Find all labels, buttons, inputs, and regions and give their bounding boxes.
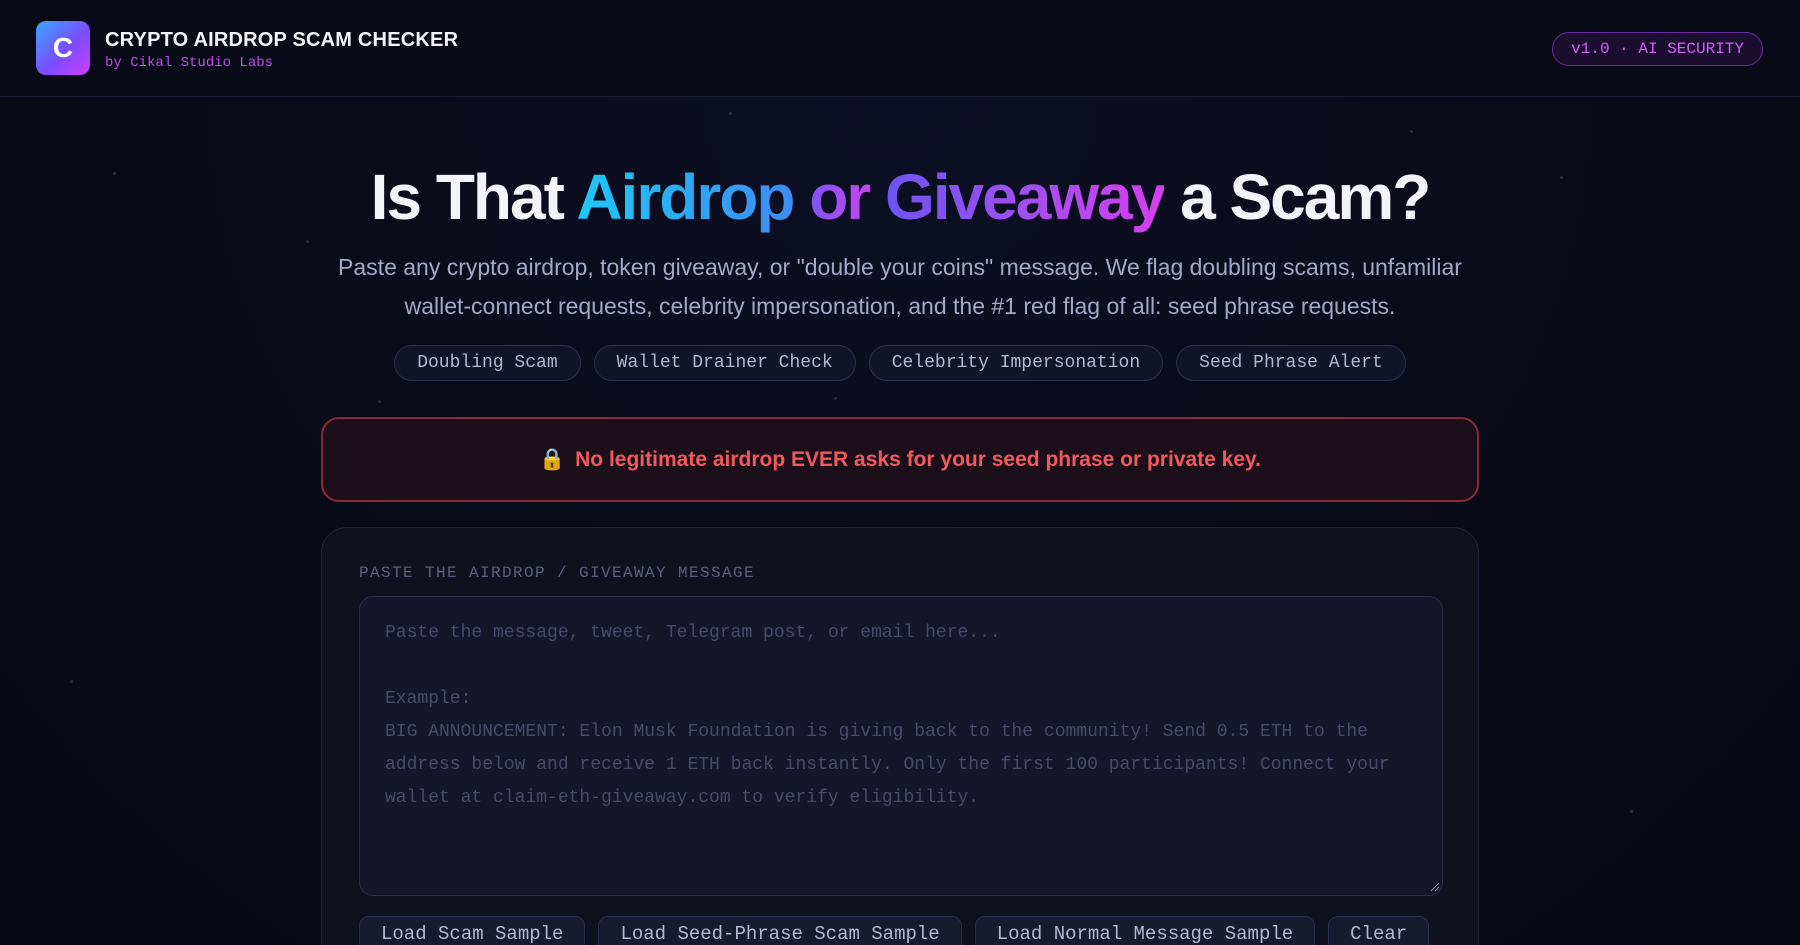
- app-subtitle: by Cikal Studio Labs: [105, 55, 274, 71]
- app-title: CRYPTO AIRDROP SCAM CHECKER: [105, 29, 459, 51]
- title-connector: or: [793, 161, 885, 233]
- background-star: [306, 240, 309, 243]
- background-star: [834, 397, 837, 400]
- app-logo[interactable]: C: [36, 21, 90, 75]
- load-normal-sample-button[interactable]: Load Normal Message Sample: [974, 916, 1316, 945]
- load-seed-phrase-sample-button[interactable]: Load Seed-Phrase Scam Sample: [598, 916, 962, 945]
- warning-text: No legitimate airdrop EVER asks for your…: [575, 447, 1261, 471]
- page-description: Paste any crypto airdrop, token giveaway…: [338, 254, 1462, 319]
- logo-letter: C: [52, 32, 74, 63]
- version-badge: v1.0 · AI SECURITY: [1552, 32, 1763, 66]
- message-field-label: PASTE THE AIRDROP / GIVEAWAY MESSAGE: [359, 564, 756, 582]
- tag-wallet-drainer-check: Wallet Drainer Check: [593, 345, 856, 381]
- background-star: [1630, 810, 1633, 813]
- background-star: [70, 680, 73, 683]
- background-star: [1410, 130, 1413, 133]
- tag-celebrity-impersonation: Celebrity Impersonation: [868, 345, 1164, 381]
- resize-grip-icon[interactable]: [1430, 882, 1440, 892]
- background-star: [729, 112, 732, 115]
- tag-doubling-scam: Doubling Scam: [394, 345, 581, 381]
- page-title: Is That Airdrop or Giveaway a Scam?: [0, 160, 1800, 234]
- clear-button[interactable]: Clear: [1328, 916, 1430, 945]
- lock-icon: 🔒: [538, 447, 566, 471]
- load-scam-sample-button[interactable]: Load Scam Sample: [359, 916, 586, 945]
- seed-phrase-warning-banner: 🔒 No legitimate airdrop EVER asks for yo…: [321, 417, 1479, 502]
- title-part1: Is That: [370, 161, 577, 233]
- sample-button-row: Load Scam Sample Load Seed-Phrase Scam S…: [359, 916, 1430, 945]
- title-part2: a Scam?: [1164, 161, 1431, 233]
- feature-tags: Doubling Scam Wallet Drainer Check Celeb…: [0, 345, 1800, 381]
- top-header: C CRYPTO AIRDROP SCAM CHECKER by Cikal S…: [0, 0, 1800, 97]
- background-star: [378, 400, 381, 403]
- message-textarea[interactable]: [359, 596, 1443, 896]
- message-input-card: PASTE THE AIRDROP / GIVEAWAY MESSAGE Loa…: [321, 527, 1479, 945]
- title-highlight-airdrop: Airdrop: [576, 161, 795, 233]
- tag-seed-phrase-alert: Seed Phrase Alert: [1176, 345, 1406, 381]
- title-highlight-giveaway: Giveaway: [884, 161, 1166, 233]
